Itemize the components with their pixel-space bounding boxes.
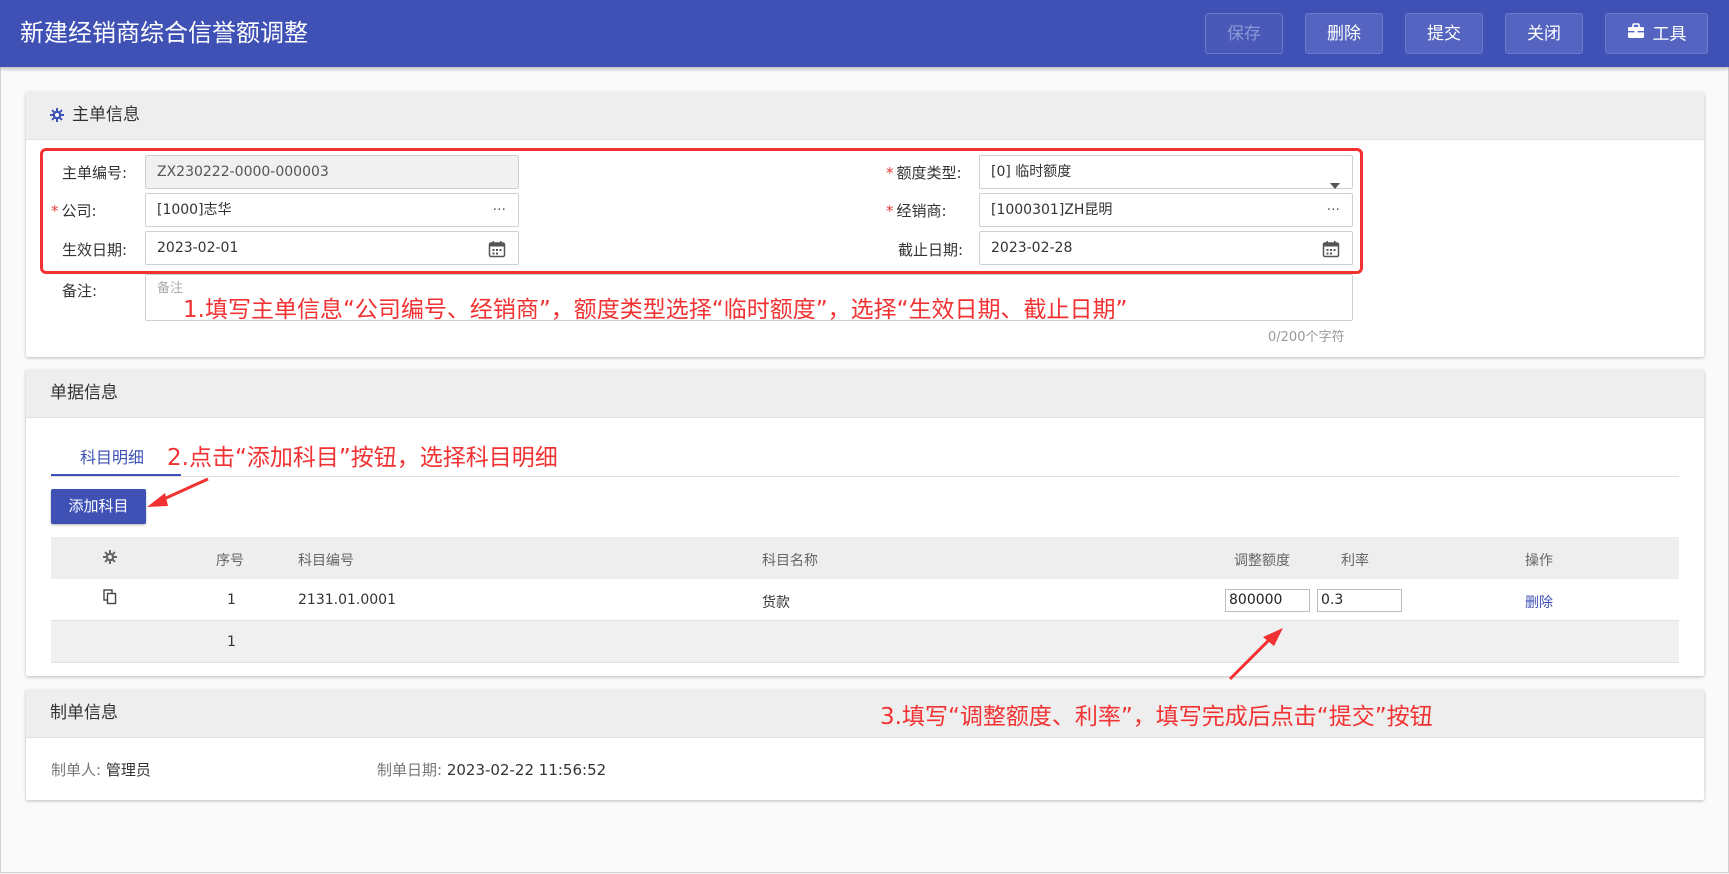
table-row: [51, 579, 1679, 621]
delete-button[interactable]: 删除: [1305, 13, 1383, 54]
amount-input[interactable]: 800000: [1225, 589, 1310, 612]
column-header-seq: 序号: [216, 553, 244, 569]
save-button[interactable]: 保存: [1205, 13, 1283, 54]
row-delete-link[interactable]: 删除: [1525, 592, 1553, 612]
remark-label: 备注:: [62, 282, 98, 300]
remark-counter: 0/200个字符: [1268, 330, 1345, 345]
page-title: 新建经销商综合信誉额调整: [20, 19, 308, 47]
make-date-field: 制单日期: 2023-02-22 11:56:52: [377, 761, 607, 779]
doc-info-header: 单据信息: [26, 370, 1704, 418]
submit-button[interactable]: 提交: [1405, 13, 1483, 54]
main-info-header: 主单信息: [26, 92, 1704, 140]
main-info-title: 主单信息: [72, 105, 140, 125]
tools-button[interactable]: 工具: [1605, 13, 1708, 54]
row-code: 2131.01.0001: [298, 592, 396, 608]
summary-seq: 1: [227, 634, 236, 650]
add-subject-button[interactable]: 添加科目: [51, 489, 146, 524]
maker-field: 制单人: 管理员: [51, 761, 151, 779]
column-header-action: 操作: [1525, 553, 1553, 569]
maker-info-card: 制单信息: [26, 690, 1704, 800]
column-header-amount: 调整额度: [1234, 553, 1290, 569]
column-header-name: 科目名称: [762, 553, 818, 569]
tools-button-label: 工具: [1652, 24, 1687, 45]
tab-subject-detail[interactable]: 科目明细: [80, 444, 144, 468]
toolbox-icon: [1627, 14, 1645, 55]
annotation-step-2: 2.点击“添加科目”按钮，选择科目明细: [167, 445, 558, 471]
annotation-arrow-2: [147, 477, 209, 507]
annotation-arrow-3: [1228, 628, 1283, 681]
row-name: 货款: [762, 595, 790, 611]
close-button[interactable]: 关闭: [1505, 13, 1583, 54]
annotation-step-3: 3.填写“调整额度、利率”，填写完成后点击“提交”按钮: [880, 704, 1433, 730]
maker-info-header: 制单信息: [26, 690, 1704, 738]
grid-settings-icon[interactable]: [103, 550, 117, 568]
rate-input[interactable]: 0.3: [1317, 589, 1402, 612]
column-header-rate: 利率: [1341, 553, 1369, 569]
tab-divider: [51, 476, 1679, 477]
grid-header: [51, 537, 1679, 579]
column-header-code: 科目编号: [298, 553, 354, 569]
gear-icon: [50, 94, 64, 141]
top-bar: 新建经销商综合信誉额调整 保存 删除 提交 关闭 工具: [0, 0, 1729, 67]
row-seq: 1: [227, 592, 236, 608]
summary-row: [51, 621, 1679, 663]
copy-icon[interactable]: [103, 589, 117, 609]
annotation-highlight-box: [40, 148, 1363, 274]
annotation-step-1: 1.填写主单信息“公司编号、经销商”，额度类型选择“临时额度”，选择“生效日期、…: [183, 297, 1128, 323]
